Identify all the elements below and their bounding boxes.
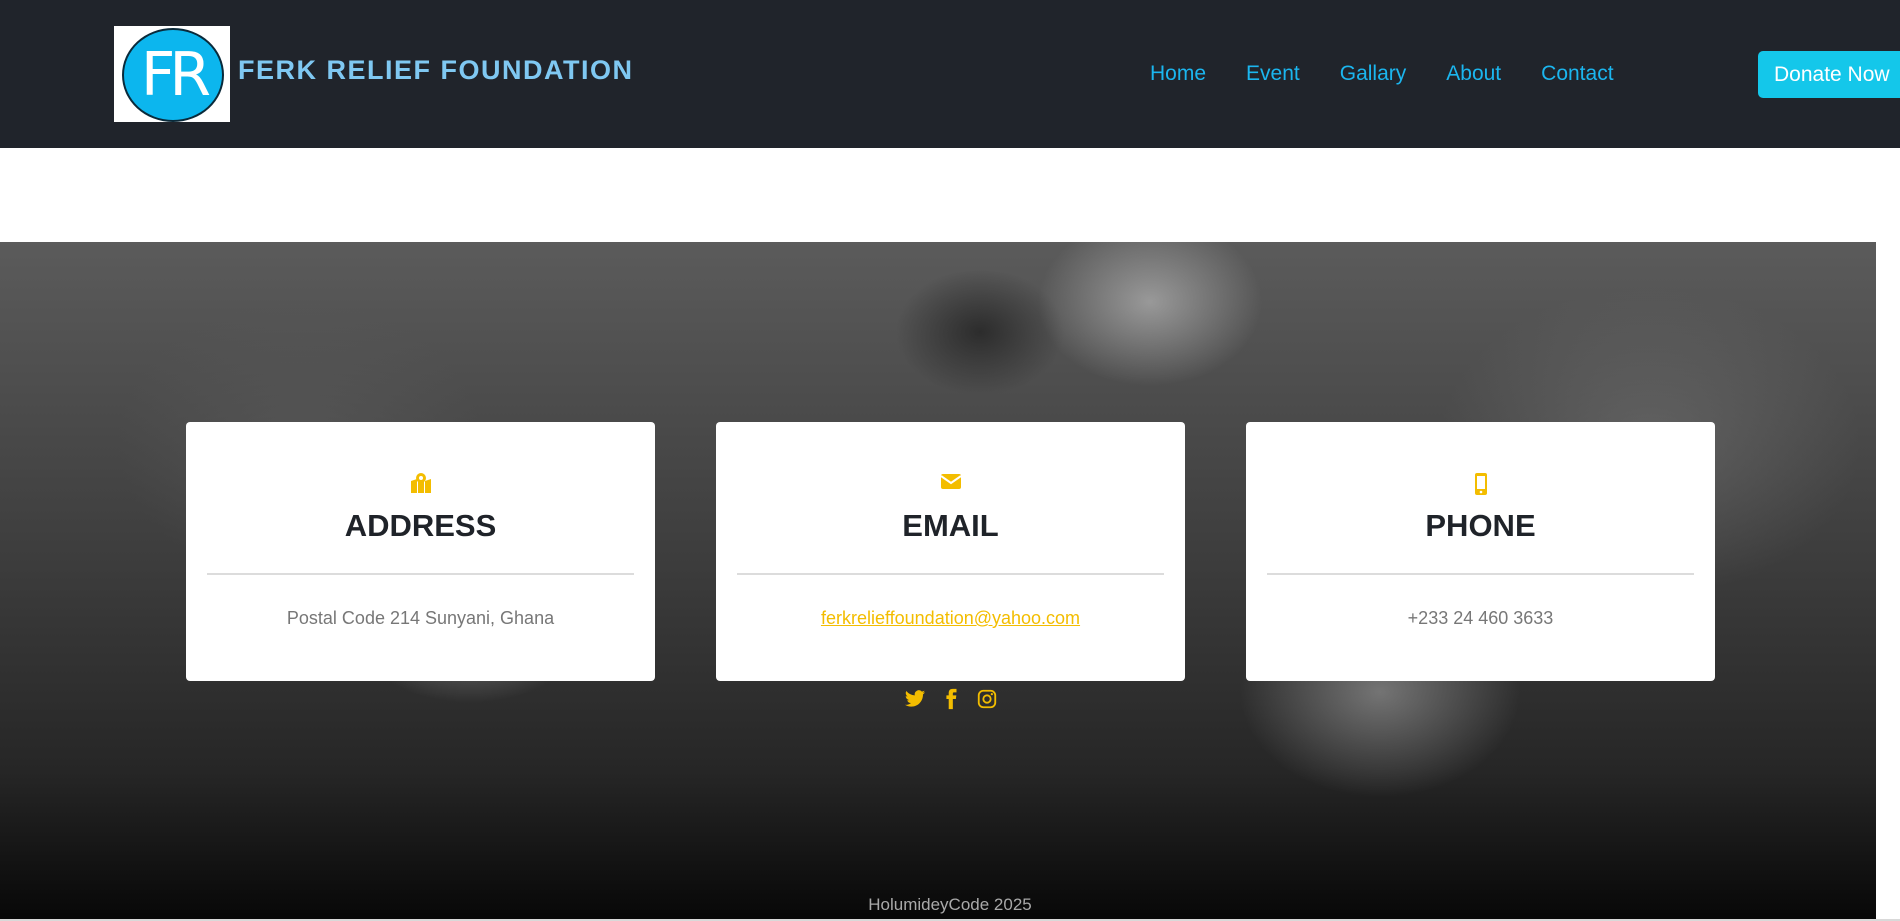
phone-card: PHONE +233 24 460 3633 <box>1246 422 1715 681</box>
page-edge <box>1876 242 1900 921</box>
instagram-icon[interactable] <box>976 688 998 710</box>
email-link[interactable]: ferkrelieffoundation@yahoo.com <box>716 608 1185 629</box>
nav-contact[interactable]: Contact <box>1541 62 1613 86</box>
brand-name[interactable]: FERK RELIEF FOUNDATION <box>238 55 633 86</box>
divider <box>737 573 1164 575</box>
logo-circle: FR <box>122 28 224 122</box>
donate-now-button[interactable]: Donate Now <box>1758 51 1900 98</box>
navbar: FR FERK RELIEF FOUNDATION Home Event Gal… <box>0 0 1900 148</box>
phone-title: PHONE <box>1425 508 1536 543</box>
address-card: ADDRESS Postal Code 214 Sunyani, Ghana <box>186 422 655 681</box>
logo[interactable]: FR <box>114 26 230 122</box>
email-title: EMAIL <box>902 508 999 543</box>
address-title: ADDRESS <box>344 508 497 543</box>
footer-copyright: HolumideyCode 2025 <box>868 895 1032 914</box>
email-card: EMAIL ferkrelieffoundation@yahoo.com <box>716 422 1185 681</box>
divider <box>207 573 634 575</box>
map-location-icon <box>186 472 655 496</box>
nav-links: Home Event Gallary About Contact <box>1150 62 1654 86</box>
nav-event[interactable]: Event <box>1246 62 1300 86</box>
nav-home[interactable]: Home <box>1150 62 1206 86</box>
address-value: Postal Code 214 Sunyani, Ghana <box>286 608 555 628</box>
mobile-phone-icon <box>1246 472 1715 496</box>
nav-about[interactable]: About <box>1446 62 1501 86</box>
envelope-icon <box>716 472 1185 496</box>
phone-value: +233 24 460 3633 <box>1407 608 1554 628</box>
facebook-icon[interactable] <box>940 688 962 710</box>
twitter-icon[interactable] <box>904 688 926 710</box>
social-links <box>904 688 998 710</box>
divider <box>1267 573 1694 575</box>
nav-gallary[interactable]: Gallary <box>1340 62 1407 86</box>
